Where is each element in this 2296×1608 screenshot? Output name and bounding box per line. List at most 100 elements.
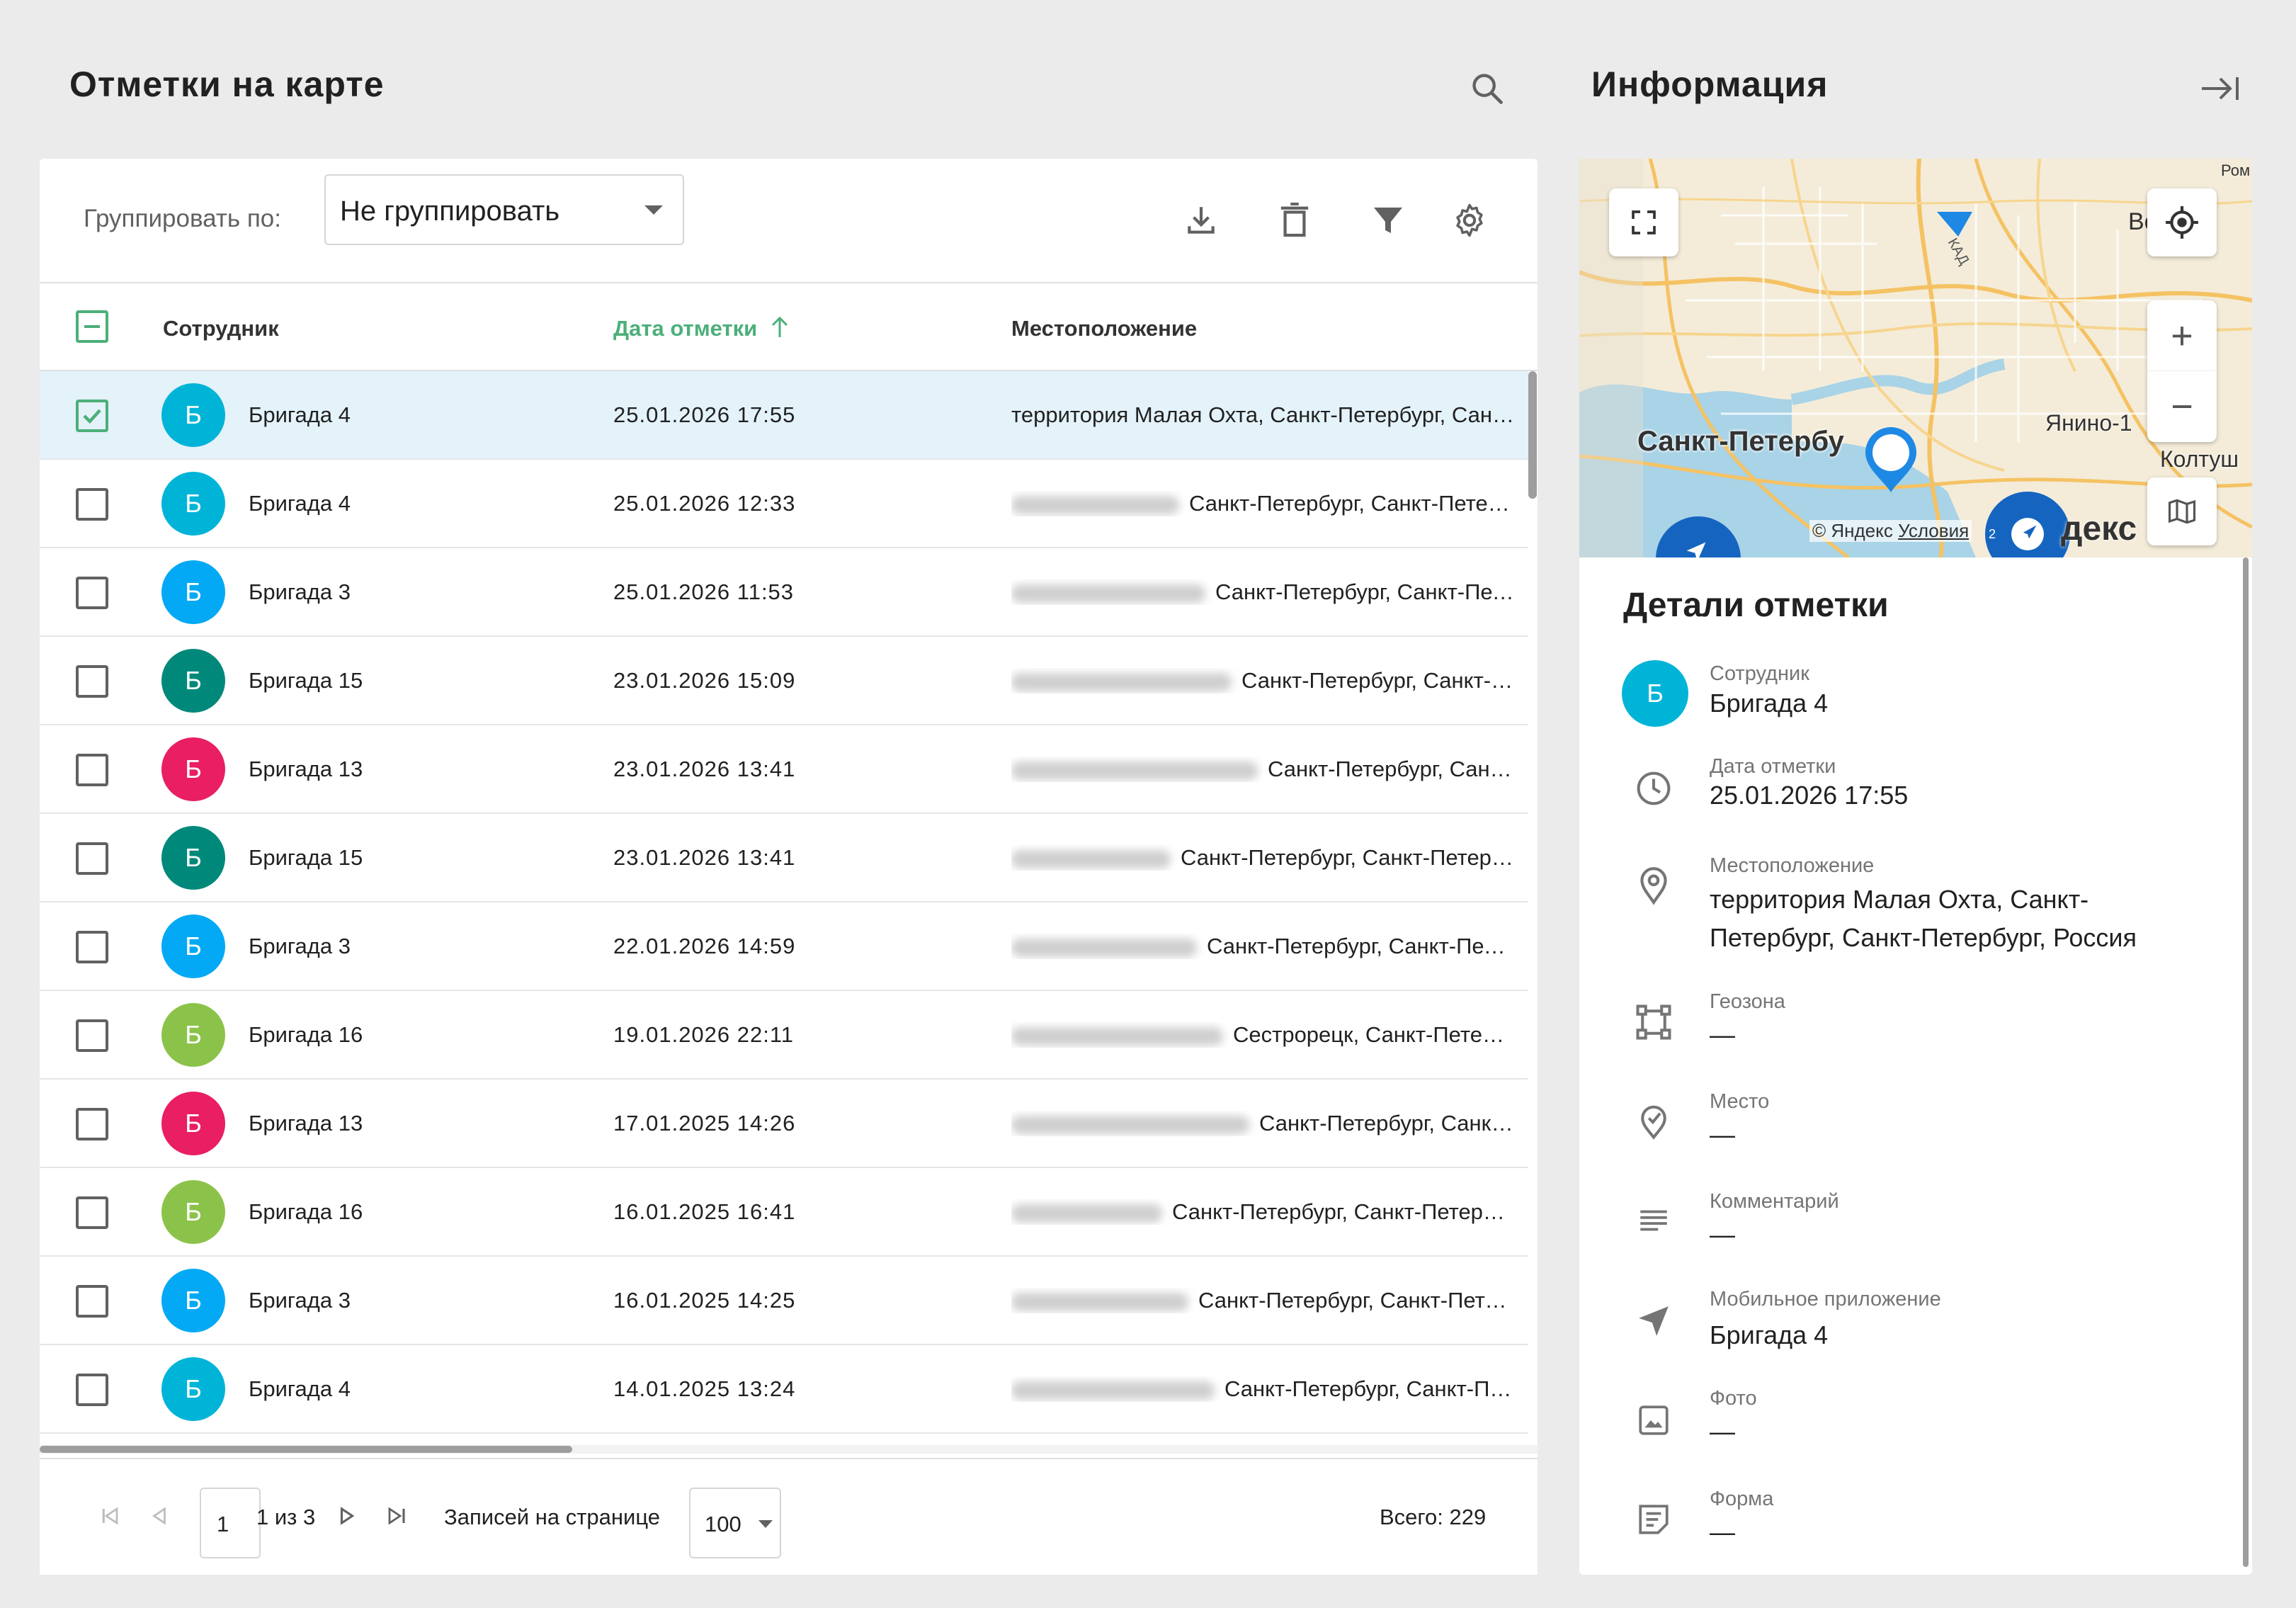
total-count: Всего: 229 (1380, 1505, 1487, 1529)
table-row[interactable]: Б Бригада 4 25.01.2026 12:33 Санкт-Петербур… (40, 460, 1528, 548)
table-row[interactable]: Б Бригада 13 23.01.2026 13:41 Санкт-Петербу… (40, 725, 1528, 814)
place-icon (1629, 1097, 1678, 1146)
row-checkbox[interactable] (76, 1374, 108, 1406)
row-checkbox[interactable] (76, 488, 108, 521)
place-value: — (1710, 1120, 1735, 1149)
first-page-icon[interactable] (92, 1495, 127, 1537)
filter-icon[interactable] (1363, 196, 1413, 245)
avatar: Б (161, 1092, 225, 1155)
avatar: Б (161, 915, 225, 978)
table-row[interactable]: Б Бригада 4 25.01.2026 17:55 территория Мал… (40, 371, 1528, 460)
mark-location: Сестрорецк, Санкт-Петербург, Россия (1011, 1022, 1514, 1048)
employee-name: Бригада 3 (249, 1288, 351, 1313)
comment-value: — (1710, 1220, 1735, 1249)
comment-label: Комментарий (1710, 1190, 1839, 1213)
mark-date: 23.01.2026 13:41 (613, 757, 796, 781)
previous-page-icon[interactable] (142, 1495, 177, 1537)
table-row[interactable]: Б Бригада 3 25.01.2026 11:53 Санкт-Петербур… (40, 548, 1528, 637)
photo-icon (1629, 1395, 1678, 1445)
next-page-icon[interactable] (329, 1495, 365, 1537)
cluster-count: 2 (1989, 527, 1996, 541)
table-vertical-scrollbar[interactable] (1528, 371, 1537, 499)
mark-date: 14.01.2025 13:24 (613, 1376, 796, 1401)
row-checkbox[interactable] (76, 400, 108, 432)
navigation-arrow-icon (1686, 542, 1706, 557)
fullscreen-button[interactable] (1609, 188, 1678, 256)
mark-date: 25.01.2026 17:55 (613, 402, 796, 427)
redacted-address (1011, 1381, 1215, 1400)
navigation-arrow-marker-icon[interactable] (1933, 205, 1976, 240)
table-row[interactable]: Б Бригада 3 22.01.2026 14:59 Санкт-Петербур… (40, 902, 1528, 991)
navigation-arrow-icon (2011, 518, 2044, 550)
row-checkbox[interactable] (76, 842, 108, 875)
row-checkbox[interactable] (76, 1196, 108, 1229)
mark-location-text: Сестрорецк, Санкт-Петербург, Россия (1233, 1022, 1514, 1047)
map-label-yanino: Янино-1 (2045, 410, 2132, 436)
table-row[interactable]: Б Бригада 15 23.01.2026 13:41 Санкт-Петербу… (40, 814, 1528, 902)
zoom-out-button[interactable]: − (2147, 371, 2217, 442)
page-of-text: 1 из 3 (256, 1505, 316, 1529)
redacted-address (1011, 1026, 1223, 1046)
table-row[interactable]: Б Бригада 4 14.01.2025 13:24 Санкт-Петербур… (40, 1345, 1528, 1434)
collapse-panel-icon[interactable] (2195, 64, 2245, 113)
fullscreen-icon (1632, 210, 1656, 234)
row-checkbox[interactable] (76, 665, 108, 698)
page-number-value: 1 (217, 1512, 229, 1536)
delete-icon[interactable] (1270, 196, 1319, 245)
rows-per-page-value: 100 (705, 1512, 741, 1536)
mark-location: Санкт-Петербург, Санкт-Петербург, Россия (1011, 668, 1514, 693)
column-header-employee[interactable]: Сотрудник (163, 316, 279, 341)
mark-location: Санкт-Петербург, Санкт-Петербург, Россия (1011, 579, 1514, 605)
rows-per-page-label: Записей на странице (444, 1505, 660, 1529)
mark-location-text: Санкт-Петербург, Санкт-Петербург, Россия (1241, 668, 1514, 693)
settings-gear-icon[interactable] (1445, 196, 1494, 245)
map-terms-link[interactable]: Условия (1898, 520, 1969, 541)
mark-location-text: Санкт-Петербург, Санкт-Петербург, Россия (1198, 1288, 1514, 1313)
select-all-checkbox[interactable] (76, 310, 108, 343)
details-vertical-scrollbar[interactable] (2243, 557, 2249, 1567)
row-checkbox[interactable] (76, 754, 108, 786)
map-view[interactable]: 2 Санкт-Петербу Янино-1 Колтуш Ром Вс КА… (1579, 159, 2252, 557)
employee-name: Бригада 16 (249, 1199, 363, 1224)
row-checkbox[interactable] (76, 1019, 108, 1052)
page-number-input[interactable]: 1 (200, 1488, 261, 1558)
employee-label: Сотрудник (1710, 662, 1809, 685)
date-label: Дата отметки (1710, 755, 1836, 778)
employee-name: Бригада 15 (249, 845, 363, 870)
mark-location-text: Санкт-Петербург, Санкт-Петербург, Россия (1189, 491, 1514, 516)
zoom-in-button[interactable]: + (2147, 300, 2217, 371)
redacted-address (1011, 495, 1179, 514)
row-checkbox[interactable] (76, 1285, 108, 1318)
rows-per-page-select[interactable]: 100 (689, 1488, 781, 1558)
last-page-icon[interactable] (379, 1495, 414, 1537)
redacted-address (1011, 584, 1205, 603)
map-layers-button[interactable] (2147, 477, 2217, 545)
selected-location-marker-icon[interactable] (1863, 424, 1919, 495)
search-icon[interactable] (1462, 64, 1512, 113)
row-checkbox[interactable] (76, 1108, 108, 1140)
table-row[interactable]: Б Бригада 13 17.01.2025 14:26 Санкт-Петербу… (40, 1080, 1528, 1168)
table-row[interactable]: Б Бригада 16 19.01.2026 22:11 Сестрорецк, С… (40, 991, 1528, 1080)
geolocation-button[interactable] (2147, 188, 2217, 256)
mark-location-text: Санкт-Петербург, Санкт-Петербург, Россия (1172, 1199, 1514, 1224)
column-header-location[interactable]: Местоположение (1011, 316, 1197, 341)
download-icon[interactable] (1176, 196, 1226, 245)
table-row[interactable]: Б Бригада 15 23.01.2026 15:09 Санкт-Петербу… (40, 637, 1528, 725)
mark-location-text: территория Малая Охта, Санкт-Петербург, … (1011, 402, 1514, 427)
mark-location: Санкт-Петербург, Санкт-Петербург, Россия (1011, 934, 1514, 959)
mark-location-text: Санкт-Петербург, Санкт-Петербург, Россия (1215, 579, 1514, 604)
location-label: Местоположение (1710, 854, 1875, 877)
group-by-select[interactable]: Не группировать (324, 174, 684, 245)
details-title: Детали отметки (1623, 587, 1889, 624)
table-row[interactable]: Б Бригада 16 16.01.2025 16:41 Санкт-Петербу… (40, 1168, 1528, 1257)
avatar: Б (161, 1003, 225, 1067)
table-row[interactable]: Б Бригада 3 16.01.2025 14:25 Санкт-Петербур… (40, 1257, 1528, 1345)
mark-location: Санкт-Петербург, Санкт-Петербург, Россия (1011, 1111, 1514, 1136)
row-checkbox[interactable] (76, 931, 108, 963)
mark-date: 23.01.2026 15:09 (613, 668, 796, 693)
avatar: Б (161, 383, 225, 447)
row-checkbox[interactable] (76, 577, 108, 609)
avatar: Б (161, 472, 225, 536)
column-header-date[interactable]: Дата отметки (613, 316, 789, 341)
table-horizontal-scrollbar[interactable] (40, 1446, 572, 1453)
